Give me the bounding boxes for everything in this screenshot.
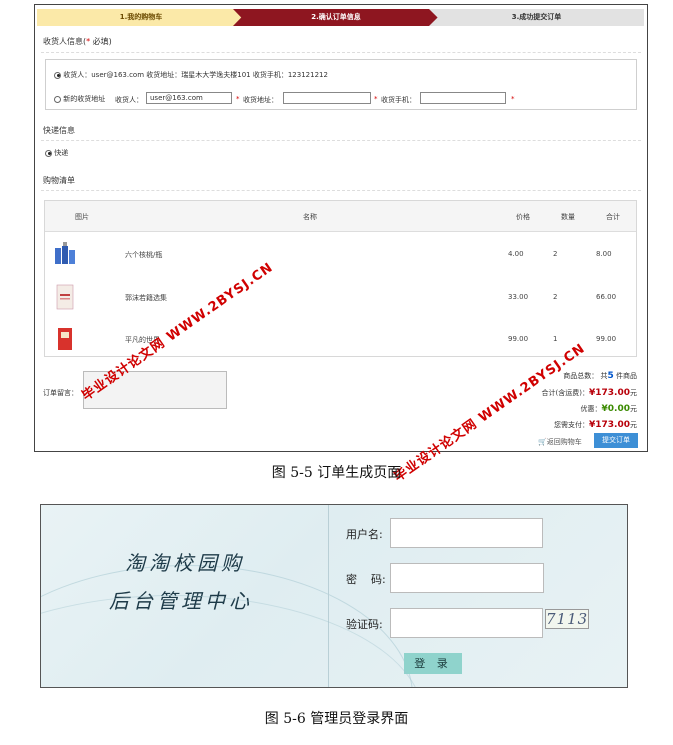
col-qty: 数量 [561, 213, 575, 221]
summary-count: 商品总数： 共5 件商品 [563, 371, 637, 381]
address-label: 收货地址： [243, 96, 278, 104]
product-name[interactable]: 六个核桃/瓶 [125, 250, 162, 260]
divider [41, 140, 641, 141]
product-qty: 2 [553, 293, 558, 301]
password-input[interactable] [390, 563, 544, 593]
cart-table: 图片 名称 价格 数量 合计 六个核桃/瓶 4.00 2 8.00 郭沫若籍选集… [44, 200, 637, 357]
col-image: 图片 [75, 213, 89, 221]
col-price: 价格 [516, 213, 530, 221]
col-name: 名称 [303, 213, 317, 221]
figure-caption: 图 5-6 管理员登录界面 [264, 711, 409, 727]
phone-label: 收货手机： [381, 96, 416, 104]
username-input[interactable] [390, 518, 543, 548]
summary-discount: 优惠：¥0.00元 [580, 404, 637, 414]
password-label: 密 码: [346, 573, 386, 586]
step-my-cart[interactable]: 1.我的购物车 [37, 9, 245, 26]
product-price: 33.00 [508, 293, 529, 301]
saved-address-option[interactable]: 收货人：user@163.com 收货地址：瑞星木大学逸夫楼101 收货手机：1… [54, 70, 328, 80]
table-row: 六个核桃/瓶 4.00 2 8.00 [45, 234, 636, 276]
address-box: 收货人：user@163.com 收货地址：瑞星木大学逸夫楼101 收货手机：1… [45, 59, 637, 110]
summary-total: 合计(含运费)：¥173.00元 [541, 388, 637, 398]
checkout-progress: 1.我的购物车 2.确认订单信息 3.成功提交订单 [37, 9, 644, 26]
captcha-input[interactable] [390, 608, 543, 638]
product-name[interactable]: 郭沫若籍选集 [125, 293, 167, 303]
captcha-label: 验证码: [346, 618, 383, 631]
step-confirm-order: 2.确认订单信息 [233, 9, 439, 26]
brand-subtitle: 后台管理中心 [109, 589, 253, 613]
radio-selected-icon[interactable] [45, 149, 52, 157]
required-mark: * [511, 95, 515, 103]
address-input[interactable] [283, 92, 371, 104]
login-button[interactable]: 登 录 [404, 653, 462, 674]
product-total: 66.00 [596, 293, 617, 301]
brand-title: 淘淘校园购 [125, 551, 245, 575]
product-image[interactable] [53, 240, 77, 268]
radio-icon[interactable] [54, 95, 61, 103]
username-label: 用户名: [346, 528, 383, 541]
table-header: 图片 名称 价格 数量 合计 [45, 201, 636, 232]
order-message-label: 订单留言： [43, 389, 78, 397]
step-submit-success: 3.成功提交订单 [429, 9, 644, 26]
captcha-image[interactable]: 7113 [545, 609, 589, 629]
product-total: 8.00 [596, 250, 612, 258]
figure-caption: 图 5-5 订单生成页面 [271, 465, 402, 481]
product-price: 99.00 [508, 335, 529, 343]
submit-order-button[interactable]: 提交订单 [594, 433, 638, 448]
table-row: 郭沫若籍选集 33.00 2 66.00 [45, 277, 636, 319]
admin-login-screenshot: 淘淘校园购 后台管理中心 用户名: 密 码: 验证码: 7113 登 录 [40, 504, 628, 688]
express-section-title: 快递信息 [43, 126, 75, 135]
phone-input[interactable] [420, 92, 506, 104]
product-price: 4.00 [508, 250, 524, 258]
cart-icon: 🛒 [538, 438, 547, 446]
new-address-option[interactable]: 新的收货地址 [54, 94, 105, 104]
consignee-section-title: 收货人信息(* 必填) [43, 37, 112, 46]
product-qty: 1 [553, 335, 558, 343]
product-image[interactable] [53, 283, 77, 311]
order-page-screenshot: 1.我的购物车 2.确认订单信息 3.成功提交订单 收货人信息(* 必填) 收货… [34, 4, 648, 452]
cart-section-title: 购物清单 [43, 176, 75, 185]
summary-payable: 您需支付：¥173.00元 [554, 420, 637, 430]
back-to-cart-link[interactable]: 🛒返回购物车 [538, 437, 582, 447]
required-mark: * [374, 95, 378, 103]
product-total: 99.00 [596, 335, 617, 343]
divider [41, 52, 641, 53]
radio-selected-icon[interactable] [54, 71, 61, 79]
product-image[interactable] [53, 325, 77, 353]
express-option[interactable]: 快递 [45, 148, 68, 158]
receiver-input[interactable]: user@163.com [146, 92, 232, 104]
divider [328, 505, 329, 687]
product-qty: 2 [553, 250, 558, 258]
required-mark: * [236, 95, 240, 103]
receiver-label: 收货人： [115, 96, 143, 104]
col-total: 合计 [606, 213, 620, 221]
divider [41, 190, 641, 191]
